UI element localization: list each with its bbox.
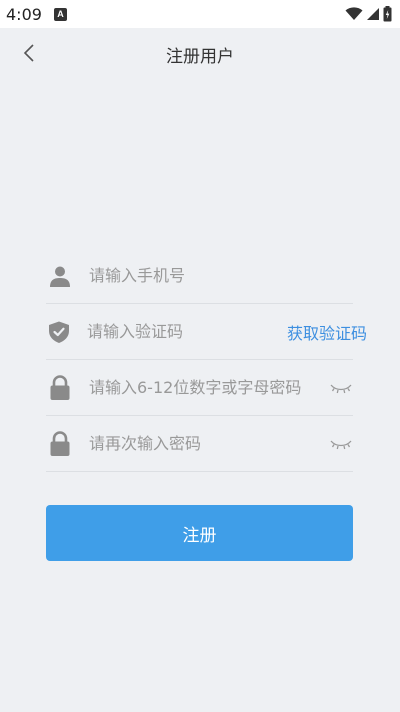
user-icon — [47, 263, 73, 289]
password-row — [46, 360, 353, 416]
status-indicators — [345, 6, 392, 22]
register-form: 获取验证码 — [46, 248, 367, 472]
lock-icon — [47, 374, 73, 401]
confirm-password-input[interactable] — [89, 416, 329, 471]
password-input[interactable] — [89, 360, 329, 415]
status-bar: 4:09 A — [0, 0, 400, 28]
notification-app-icon: A — [53, 7, 67, 21]
app-header: 注册用户 — [0, 28, 400, 78]
battery-icon — [383, 6, 392, 22]
lock-icon — [47, 430, 73, 457]
eye-closed-icon — [330, 440, 352, 449]
code-row: 获取验证码 — [46, 304, 367, 360]
wifi-icon — [345, 7, 363, 20]
get-verification-code-button[interactable]: 获取验证码 — [287, 320, 367, 344]
register-button[interactable]: 注册 — [46, 505, 353, 561]
phone-input[interactable] — [89, 248, 353, 303]
confirm-password-row — [46, 416, 353, 472]
eye-closed-icon — [330, 384, 352, 393]
shield-check-icon — [47, 319, 71, 345]
status-time: 4:09 — [6, 4, 42, 24]
phone-row — [46, 248, 353, 304]
password-visibility-toggle[interactable] — [329, 378, 353, 398]
cellular-signal-icon — [367, 8, 379, 20]
page-title: 注册用户 — [166, 47, 234, 67]
register-screen: 4:09 A 注册用户 请输入手机号 请输入验证码 获取验证码 注册 — [0, 0, 400, 712]
verification-code-input[interactable] — [87, 304, 287, 359]
confirm-password-visibility-toggle[interactable] — [329, 434, 353, 454]
